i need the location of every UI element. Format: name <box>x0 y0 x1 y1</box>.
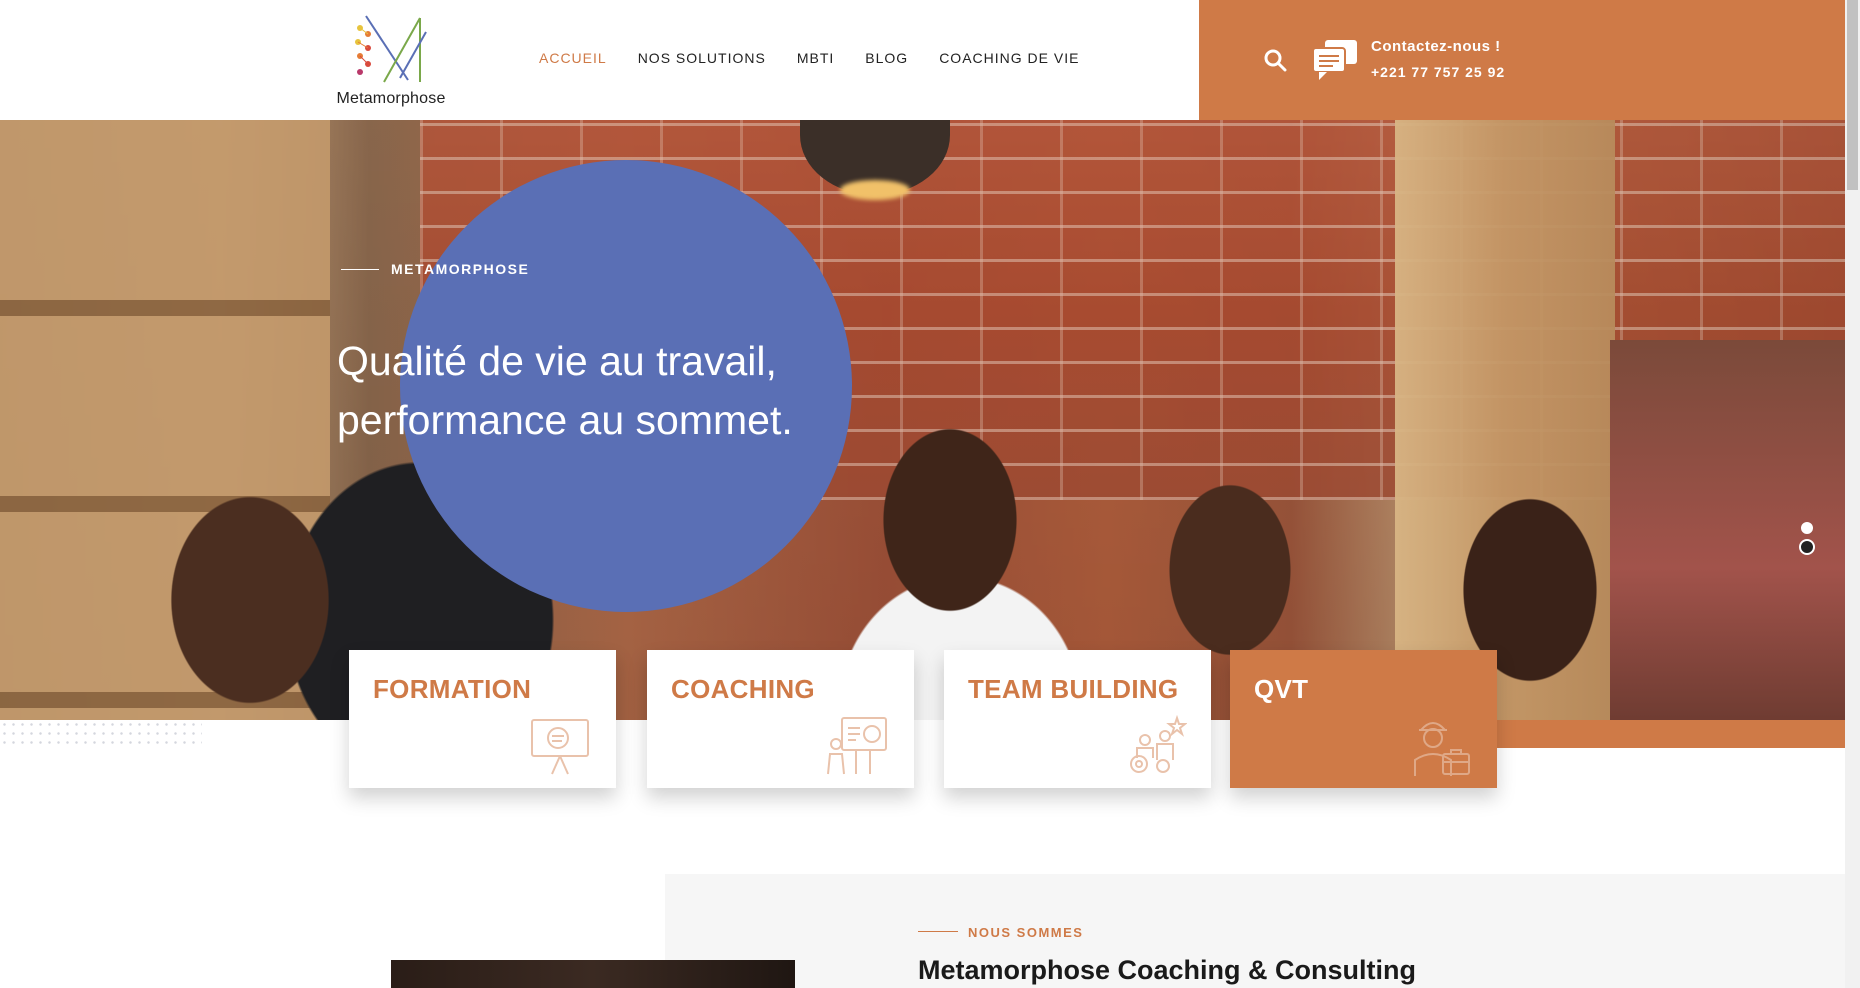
presentation-icon <box>528 714 592 778</box>
contact-phone[interactable]: +221 77 757 25 92 <box>1371 64 1505 80</box>
about-eyebrow-line <box>918 931 958 932</box>
logo-text: Metamorphose <box>336 90 446 107</box>
nav-item-coaching-de-vie[interactable]: COACHING DE VIE <box>939 50 1079 66</box>
about-image <box>391 960 795 988</box>
slider-dot-2[interactable] <box>1801 541 1813 553</box>
logo[interactable]: Metamorphose <box>336 8 446 114</box>
scrollbar-thumb[interactable] <box>1847 0 1858 190</box>
team-gears-icon <box>1123 714 1188 778</box>
slider-dots <box>1801 522 1813 560</box>
service-card-coaching[interactable]: COACHING <box>647 650 914 788</box>
service-card-title: QVT <box>1254 674 1309 704</box>
about-title: Metamorphose Coaching & Consulting <box>918 955 1417 985</box>
nav-item-accueil[interactable]: ACCUEIL <box>539 50 607 66</box>
hero-eyebrow: METAMORPHOSE <box>391 261 530 277</box>
scrollbar[interactable] <box>1845 0 1860 988</box>
nav-item-blog[interactable]: BLOG <box>865 50 908 66</box>
contact-panel: Contactez-nous ! +221 77 757 25 92 <box>1199 0 1845 120</box>
hero-title: Qualité de vie au travail, performance a… <box>337 338 793 443</box>
service-card-team-building[interactable]: TEAM BUILDING <box>944 650 1211 788</box>
search-icon[interactable] <box>1263 48 1287 72</box>
service-card-title: TEAM BUILDING <box>968 674 1179 704</box>
hero-photo-people <box>0 240 1845 720</box>
contact-label[interactable]: Contactez-nous ! <box>1371 38 1501 55</box>
main-nav: ACCUEIL NOS SOLUTIONS MBTI BLOG COACHING… <box>539 50 1110 66</box>
slider-dot-1[interactable] <box>1801 522 1813 534</box>
nav-item-nos-solutions[interactable]: NOS SOLUTIONS <box>638 50 766 66</box>
hero-background-lamp-glow <box>840 180 910 200</box>
service-card-title: FORMATION <box>373 674 532 704</box>
service-card-qvt[interactable]: QVT <box>1230 650 1497 788</box>
chat-icon <box>1311 38 1359 82</box>
nav-item-mbti[interactable]: MBTI <box>797 50 834 66</box>
service-card-title: COACHING <box>671 674 815 704</box>
hero-slider: METAMORPHOSE Qualité de vie au travail, … <box>0 120 1845 720</box>
about-eyebrow: NOUS SOMMES <box>968 925 1084 940</box>
site-header: Metamorphose ACCUEIL NOS SOLUTIONS MBTI … <box>0 0 1845 120</box>
dot-pattern-decoration <box>0 720 202 748</box>
hero-eyebrow-line <box>341 269 379 270</box>
worker-briefcase-icon <box>1409 714 1473 778</box>
logo-mark-icon <box>355 15 427 83</box>
service-card-formation[interactable]: FORMATION <box>349 650 616 788</box>
coaching-board-icon <box>826 714 890 778</box>
